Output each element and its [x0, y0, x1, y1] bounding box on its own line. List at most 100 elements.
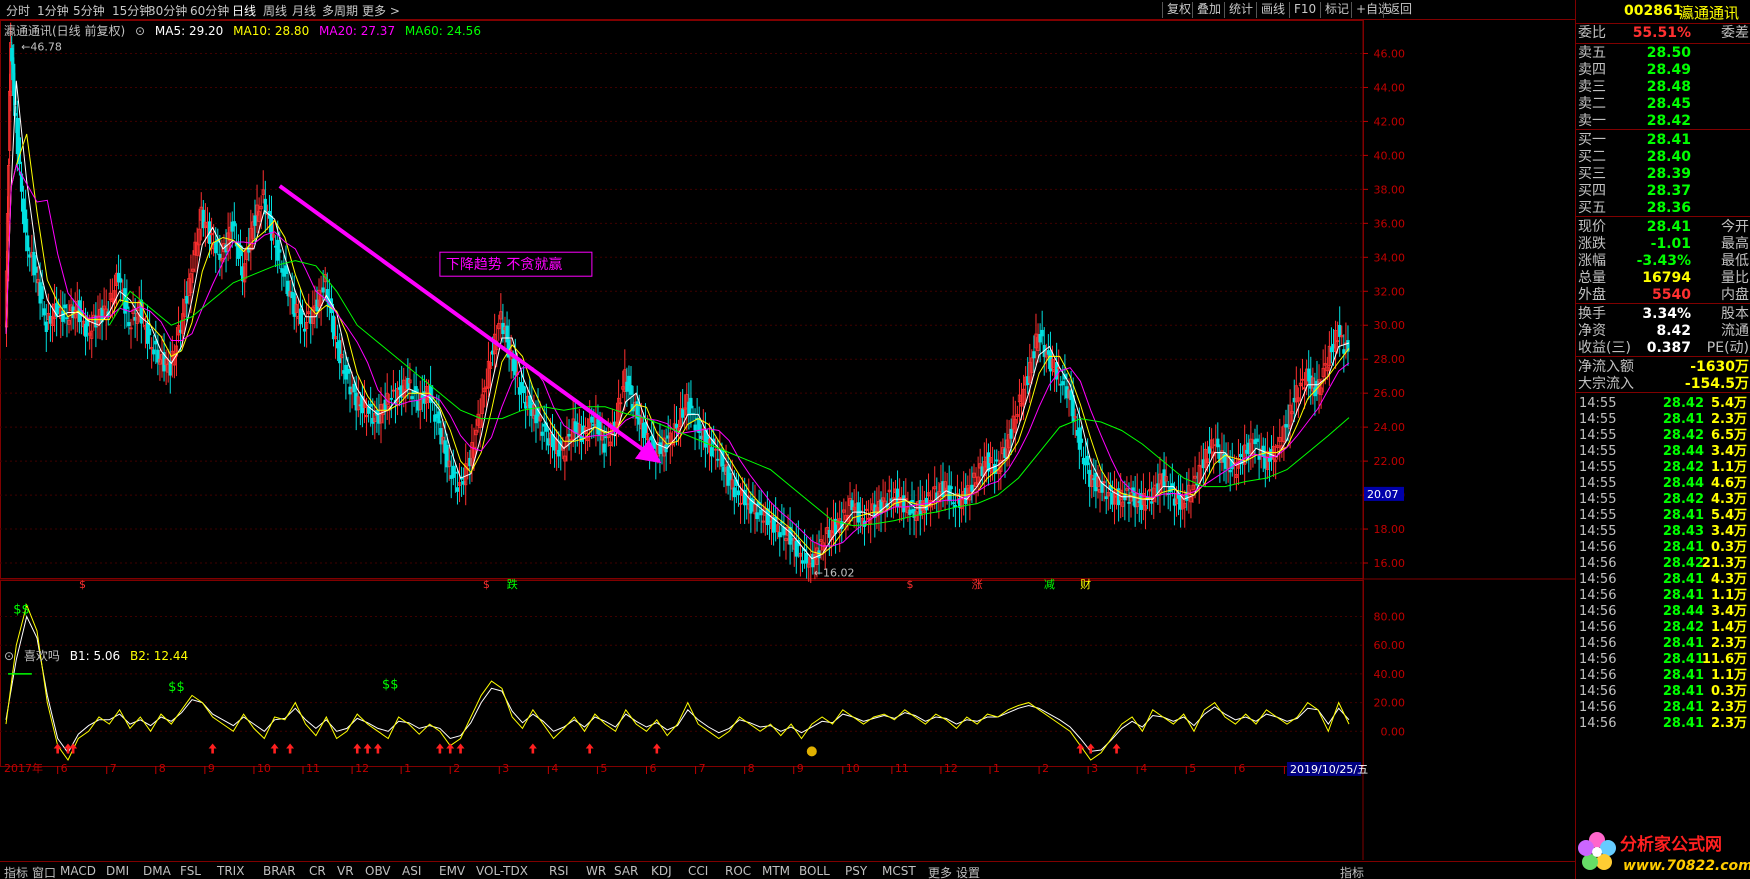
indicator-name[interactable]: 喜欢吗: [24, 649, 60, 663]
period-tab[interactable]: 15分钟: [112, 2, 151, 19]
indicator-tab[interactable]: RSI: [549, 864, 569, 878]
toolbar-button[interactable]: 复权: [1162, 2, 1195, 18]
indicator-tab[interactable]: CR: [309, 864, 326, 878]
indicator-tick-label: 20.00: [1374, 697, 1406, 710]
indicator-tab[interactable]: FSL: [180, 864, 201, 878]
price-tick-label: 36.00: [1374, 217, 1406, 230]
indicator-b1-line: [5, 615, 1350, 754]
buy-arrow-icon: [53, 743, 62, 754]
indicator-tab[interactable]: KDJ: [651, 864, 672, 878]
period-tab[interactable]: 日线: [232, 2, 256, 19]
indicator-tab[interactable]: MACD: [60, 864, 96, 878]
indicator-tab[interactable]: 设置: [956, 864, 980, 879]
candle-body: [949, 486, 953, 490]
period-tab[interactable]: 60分钟: [190, 2, 229, 19]
indicator-tab-bar: 指标 窗口 MACD DMI DMA FSL TRIX BRAR CR VR OBV ASI EMV VO…: [0, 861, 1575, 879]
toolbar-button[interactable]: 统计: [1224, 2, 1257, 18]
period-toolbar: 分时 1分钟 5分钟 15分钟 30分钟 60分钟 日线 周线 月线 多周期 更多 > 复权 叠加 统计画…: [0, 0, 1575, 20]
event-marker: 跌: [507, 577, 518, 591]
price-tick-label: 32.00: [1374, 285, 1406, 298]
indicator-tab[interactable]: 更多: [928, 864, 952, 879]
indicator-tab[interactable]: BOLL: [799, 864, 830, 878]
period-tab[interactable]: 5分钟: [73, 2, 105, 19]
indicator-tab[interactable]: DMA: [143, 864, 171, 878]
indicator-tab[interactable]: MCST: [882, 864, 916, 878]
date-axis-month: 1: [404, 762, 411, 775]
buy-arrow-icon: [446, 743, 455, 754]
event-marker: $: [483, 578, 490, 591]
ma10-legend: MA10: 28.80: [233, 24, 310, 38]
watermark-logo: 分析家公式网 www.70822.com: [1575, 820, 1750, 879]
candle-body: [1032, 351, 1036, 359]
date-axis-month: 9: [208, 762, 215, 775]
indicator-legend: ⊙ 喜欢吗 B1: 5.06 B2: 12.44: [4, 647, 194, 664]
indicator-tab[interactable]: SAR: [614, 864, 638, 878]
toolbar-button[interactable]: 画线: [1256, 2, 1289, 18]
candle-body: [908, 509, 912, 515]
buy-arrow-icon: [1076, 743, 1085, 754]
indicator-tab[interactable]: 窗口: [32, 864, 56, 879]
settings-icon[interactable]: ⊙: [135, 24, 145, 38]
indicator-tab[interactable]: OBV: [365, 864, 391, 878]
indicator-tab[interactable]: PSY: [845, 864, 867, 878]
kline-chart-svg[interactable]: 46.0044.0042.0040.0038.0036.0034.0032.00…: [0, 20, 1575, 879]
flower-logo-icon: [1578, 832, 1616, 870]
indicator-tab[interactable]: ASI: [402, 864, 421, 878]
annotation-text: 下降趋势 不贪就赢: [446, 256, 562, 273]
period-tab[interactable]: 更多 >: [362, 2, 400, 19]
indicator-tab[interactable]: ROC: [725, 864, 751, 878]
toolbar-button[interactable]: 返回: [1383, 2, 1416, 18]
date-axis-month: 5: [1189, 762, 1196, 775]
indicator-tab[interactable]: MTM: [762, 864, 790, 878]
indicator-tab[interactable]: VOL-TDX: [476, 864, 528, 878]
price-tick-label: 46.00: [1374, 47, 1406, 60]
period-tab[interactable]: 多周期: [322, 2, 358, 19]
price-tick-label: 22.00: [1374, 455, 1406, 468]
candle-body: [1079, 438, 1084, 443]
indicator-tab[interactable]: DMI: [106, 864, 129, 878]
weibi-label: 委比: [1578, 25, 1606, 41]
indicator-tab[interactable]: BRAR: [263, 864, 296, 878]
candle-body: [728, 472, 732, 481]
high-price-label: ←46.78: [21, 41, 62, 54]
event-marker: 财: [1080, 577, 1091, 591]
candle-body: [1342, 349, 1346, 354]
indicator-tab[interactable]: VR: [337, 864, 354, 878]
period-tab[interactable]: 月线: [292, 2, 316, 19]
candle-body: [674, 423, 679, 429]
price-tick-label: 38.00: [1374, 183, 1406, 196]
current-date-label: 2019/10/25/五: [1290, 763, 1368, 776]
period-tab[interactable]: 周线: [263, 2, 287, 19]
toolbar-button[interactable]: F10: [1289, 2, 1320, 18]
ma60-legend: MA60: 24.56: [404, 24, 481, 38]
date-axis-month: 6: [61, 762, 68, 775]
ma20-legend: MA20: 27.37: [319, 24, 396, 38]
period-tab[interactable]: 1分钟: [37, 2, 69, 19]
indicator-tab[interactable]: 指标: [4, 864, 28, 879]
toolbar-button[interactable]: 叠加: [1192, 2, 1225, 18]
candle-body: [369, 403, 373, 407]
buy-arrow-icon: [353, 743, 362, 754]
separator: [1576, 392, 1750, 393]
indicator-tab[interactable]: TRIX: [217, 864, 244, 878]
chart-title: 瀛通通讯(日线 前复权): [4, 24, 126, 38]
candle-body: [1150, 501, 1154, 504]
indicator-tab[interactable]: WR: [586, 864, 606, 878]
indicator-tab[interactable]: EMV: [439, 864, 465, 878]
candle-body: [1086, 455, 1090, 466]
indicator-tab-right[interactable]: 指标: [1340, 864, 1364, 879]
candle-body: [24, 209, 28, 233]
ma5-legend: MA5: 29.20: [154, 24, 224, 38]
candle-body: [26, 235, 30, 252]
date-axis-month: 7: [110, 762, 117, 775]
settings-icon[interactable]: ⊙: [4, 649, 14, 663]
period-tab[interactable]: 30分钟: [148, 2, 187, 19]
candle-body: [643, 422, 648, 435]
chart-panel[interactable]: 46.00 44.00 42.00 40.00 38.00 36.00 34.00 32.00…: [0, 20, 1575, 879]
buy-arrow-icon: [208, 743, 217, 754]
indicator-tab[interactable]: CCI: [688, 864, 708, 878]
watermark-brand: 分析家公式网: [1620, 834, 1722, 855]
toolbar-button[interactable]: 标记: [1320, 2, 1353, 18]
weibi-row: 委比 55.51% 委差: [1576, 24, 1750, 43]
period-tab[interactable]: 分时: [6, 2, 30, 19]
